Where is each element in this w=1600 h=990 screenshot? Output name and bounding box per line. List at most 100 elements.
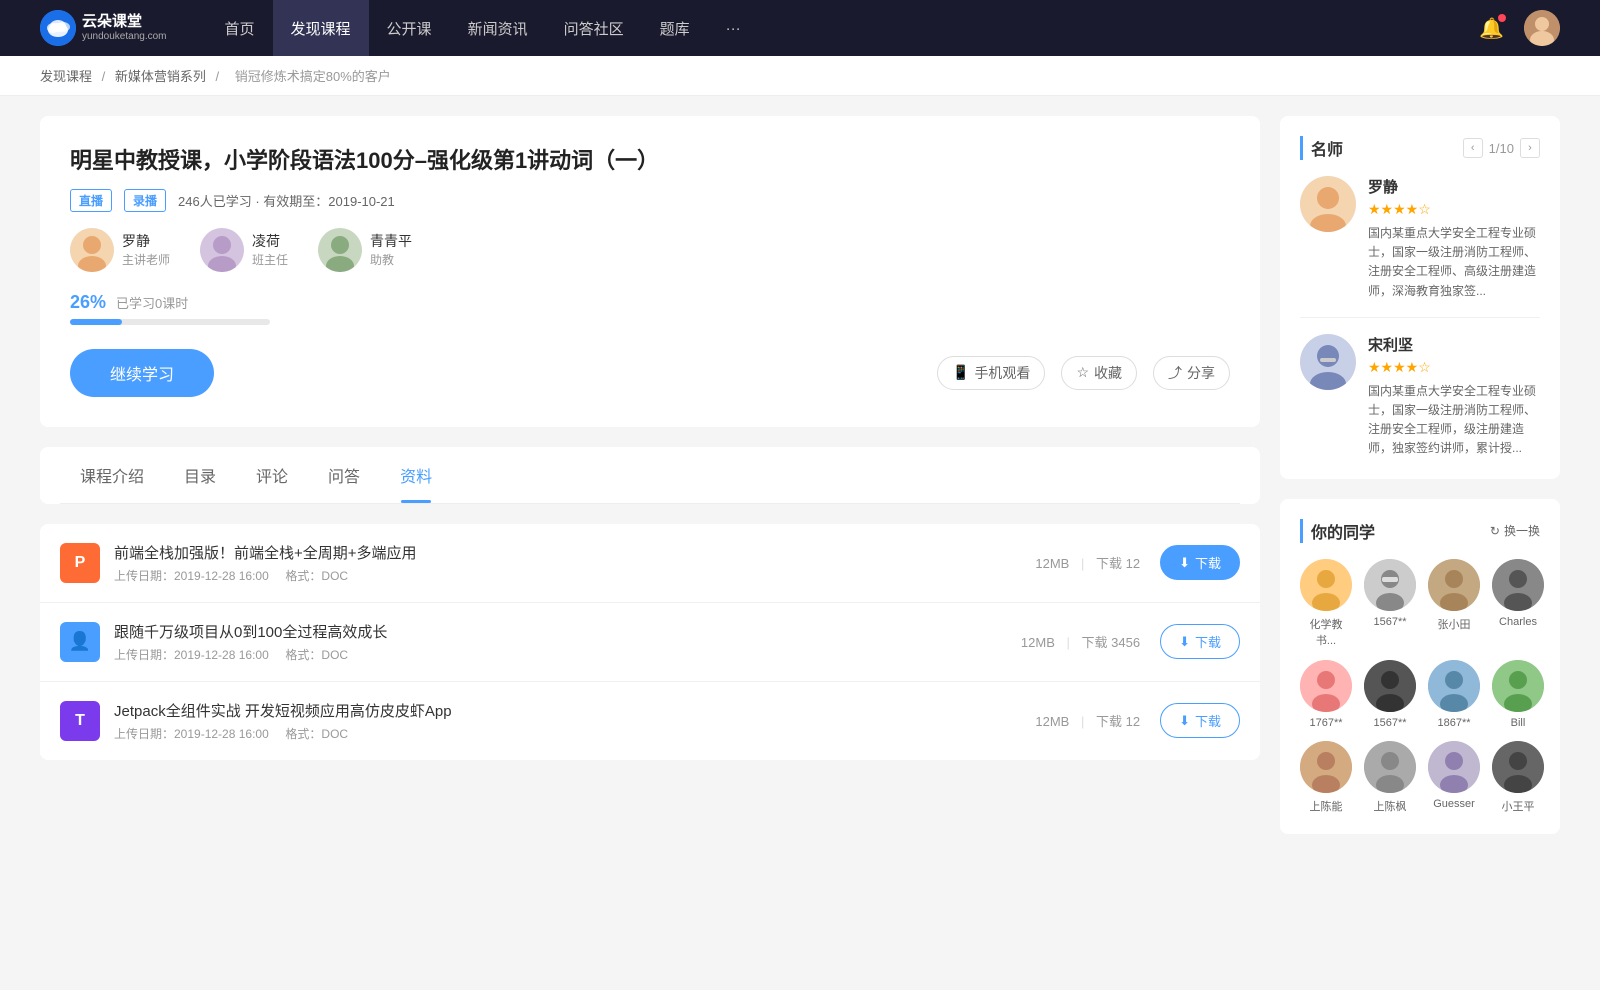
course-meta-text: 246人已学习 · 有效期至：2019-10-21	[178, 191, 395, 210]
classmate-avatar-9	[1364, 741, 1416, 793]
badge-rec: 录播	[124, 189, 166, 212]
classmate-3: Charles	[1492, 559, 1544, 648]
teachers-panel-nav: ‹ 1/10 ›	[1463, 138, 1540, 158]
download-button-1[interactable]: ⬇ 下载	[1160, 624, 1240, 659]
teacher-name-1: 凌荷	[252, 231, 288, 251]
resource-meta-1: 上传日期：2019-12-28 16:00 格式：DOC	[114, 646, 1021, 663]
bell-icon[interactable]: 🔔	[1479, 16, 1504, 41]
nav-quiz[interactable]: 题库	[642, 0, 708, 56]
tab-qa[interactable]: 问答	[308, 447, 380, 503]
classmate-5: 1567**	[1364, 660, 1416, 729]
course-title: 明星中教授课，小学阶段语法100分–强化级第1讲动词（一）	[70, 146, 1230, 177]
refresh-classmates-button[interactable]: ↻ 换一换	[1490, 522, 1540, 539]
logo[interactable]: 云朵课堂 yundouketang.com	[40, 10, 167, 46]
progress-bar-fill	[70, 319, 122, 325]
download-icon-0: ⬇	[1179, 555, 1190, 571]
breadcrumb: 发现课程 / 新媒体营销系列 / 销冠修炼术搞定80%的客户	[0, 56, 1600, 96]
classmate-2: 张小田	[1428, 559, 1480, 648]
teachers-page: 1/10	[1489, 141, 1514, 156]
teacher-2: 青青平 助教	[318, 228, 412, 272]
resource-title-0: 前端全栈加强版！前端全栈+全周期+多端应用	[114, 542, 1035, 563]
download-button-0[interactable]: ⬇ 下载	[1160, 545, 1240, 580]
download-icon-1: ⬇	[1179, 634, 1190, 650]
resource-icon-2: T	[60, 701, 100, 741]
resource-item-1: 👤 跟随千万级项目从0到100全过程高效成长 上传日期：2019-12-28 1…	[40, 603, 1260, 682]
teachers: 罗静 主讲老师 凌荷 班主任	[70, 228, 1230, 272]
resource-info-2: Jetpack全组件实战 开发短视频应用高仿皮皮虾App 上传日期：2019-1…	[114, 700, 1035, 742]
teacher-stars-0: ★★★★☆	[1368, 201, 1540, 218]
resource-icon-1: 👤	[60, 622, 100, 662]
star-icon: ☆	[1076, 364, 1089, 381]
tab-intro[interactable]: 课程介绍	[60, 447, 164, 503]
nav-discover[interactable]: 发现课程	[273, 0, 369, 56]
nav-qa[interactable]: 问答社区	[546, 0, 642, 56]
classmate-name-10: Guesser	[1433, 798, 1475, 810]
right-panel: 名师 ‹ 1/10 › 罗静 ★★★★☆ 国内某重点大学安全工程专业硕士，国	[1280, 116, 1560, 854]
breadcrumb-discover[interactable]: 发现课程	[40, 69, 92, 84]
continue-button[interactable]: 继续学习	[70, 349, 214, 397]
teacher-card-name-0: 罗静	[1368, 176, 1540, 197]
resource-meta-0: 上传日期：2019-12-28 16:00 格式：DOC	[114, 567, 1035, 584]
refresh-icon: ↻	[1490, 524, 1500, 538]
teacher-card-0: 罗静 ★★★★☆ 国内某重点大学安全工程专业硕士，国家一级注册消防工程师、注册安…	[1300, 176, 1540, 318]
teacher-role-0: 主讲老师	[122, 251, 170, 268]
classmates-panel-title: 你的同学	[1300, 519, 1375, 543]
classmate-7: Bill	[1492, 660, 1544, 729]
classmate-6: 1867**	[1428, 660, 1480, 729]
teacher-card-avatar-1	[1300, 334, 1356, 390]
nav-news[interactable]: 新闻资讯	[450, 0, 546, 56]
left-panel: 明星中教授课，小学阶段语法100分–强化级第1讲动词（一） 直播 录播 246人…	[40, 116, 1260, 854]
classmate-name-5: 1567**	[1373, 717, 1406, 729]
classmate-avatar-1	[1364, 559, 1416, 611]
nav-more[interactable]: ···	[708, 0, 759, 56]
classmates-panel-header: 你的同学 ↻ 换一换	[1300, 519, 1540, 543]
teachers-panel-header: 名师 ‹ 1/10 ›	[1300, 136, 1540, 160]
resource-title-1: 跟随千万级项目从0到100全过程高效成长	[114, 621, 1021, 642]
nav-open[interactable]: 公开课	[369, 0, 450, 56]
classmate-0: 化学教书...	[1300, 559, 1352, 648]
breadcrumb-series[interactable]: 新媒体营销系列	[115, 69, 206, 84]
download-icon-2: ⬇	[1179, 713, 1190, 729]
classmate-1: 1567**	[1364, 559, 1416, 648]
classmate-avatar-5	[1364, 660, 1416, 712]
teacher-card-desc-1: 国内某重点大学安全工程专业硕士，国家一级注册消防工程师、注册安全工程师，级注册建…	[1368, 382, 1540, 459]
teacher-name-2: 青青平	[370, 231, 412, 251]
share-button[interactable]: ⤴ 分享	[1153, 356, 1230, 390]
classmate-4: 1767**	[1300, 660, 1352, 729]
logo-main: 云朵课堂	[82, 13, 167, 31]
teachers-prev-button[interactable]: ‹	[1463, 138, 1483, 158]
tab-catalog[interactable]: 目录	[164, 447, 236, 503]
user-avatar-nav[interactable]	[1524, 10, 1560, 46]
resource-list: P 前端全栈加强版！前端全栈+全周期+多端应用 上传日期：2019-12-28 …	[40, 524, 1260, 760]
teacher-avatar-1	[200, 228, 244, 272]
classmate-name-11: 小王平	[1502, 798, 1535, 814]
tab-review[interactable]: 评论	[236, 447, 308, 503]
classmate-name-4: 1767**	[1309, 717, 1342, 729]
classmate-avatar-4	[1300, 660, 1352, 712]
teachers-next-button[interactable]: ›	[1520, 138, 1540, 158]
teacher-role-1: 班主任	[252, 251, 288, 268]
classmate-avatar-2	[1428, 559, 1480, 611]
resource-info-1: 跟随千万级项目从0到100全过程高效成长 上传日期：2019-12-28 16:…	[114, 621, 1021, 663]
teacher-name-0: 罗静	[122, 231, 170, 251]
resource-info-0: 前端全栈加强版！前端全栈+全周期+多端应用 上传日期：2019-12-28 16…	[114, 542, 1035, 584]
favorite-button[interactable]: ☆ 收藏	[1061, 356, 1137, 390]
classmate-11: 小王平	[1492, 741, 1544, 814]
course-meta: 直播 录播 246人已学习 · 有效期至：2019-10-21	[70, 189, 1230, 212]
classmate-avatar-3	[1492, 559, 1544, 611]
badge-live: 直播	[70, 189, 112, 212]
classmate-10: Guesser	[1428, 741, 1480, 814]
mobile-watch-button[interactable]: 📱 手机观看	[937, 356, 1045, 390]
resource-title-2: Jetpack全组件实战 开发短视频应用高仿皮皮虾App	[114, 700, 1035, 721]
progress-section: 26% 已学习0课时	[70, 292, 1230, 325]
classmate-avatar-10	[1428, 741, 1480, 793]
classmate-grid: 化学教书... 1567** 张小田	[1300, 559, 1540, 814]
classmate-avatar-7	[1492, 660, 1544, 712]
course-actions: 继续学习 📱 手机观看 ☆ 收藏 ⤴ 分享	[70, 349, 1230, 397]
download-button-2[interactable]: ⬇ 下载	[1160, 703, 1240, 738]
nav-home[interactable]: 首页	[207, 0, 273, 56]
resource-stats-0: 12MB | 下载 12	[1035, 553, 1140, 572]
tab-resources[interactable]: 资料	[380, 447, 452, 503]
classmate-avatar-0	[1300, 559, 1352, 611]
teacher-card-avatar-0	[1300, 176, 1356, 232]
